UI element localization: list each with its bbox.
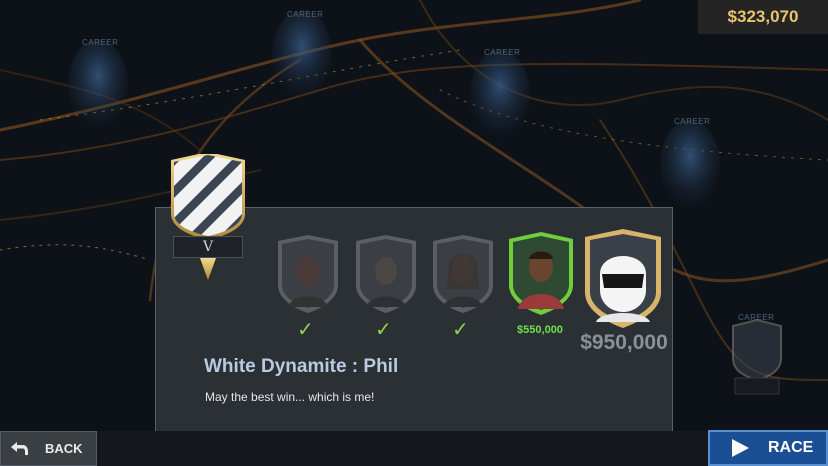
map-label-career: CAREER [82,38,119,47]
opponent-2-portrait[interactable] [352,233,420,315]
rival-quote: May the best win... which is me! [205,390,375,404]
back-arrow-icon [11,441,28,455]
boss-reward: $950,000 [580,331,668,354]
back-button[interactable]: BACK [0,431,97,466]
opponent-3-portrait[interactable] [429,233,497,315]
map-label-career: CAREER [674,117,711,126]
map-label-career: CAREER [484,48,521,57]
opponent-current-portrait[interactable] [506,231,576,317]
tier-numeral: V [173,236,243,258]
opponent-1-portrait[interactable] [274,233,342,315]
defeated-check-icon: ✓ [297,317,314,341]
tier-shield-icon [171,154,245,280]
race-button[interactable]: RACE [708,430,828,466]
stig-boss-portrait[interactable] [582,228,664,330]
balance-display: $323,070 [698,0,828,34]
map-label-career: CAREER [287,10,324,19]
current-opponent-reward: $550,000 [517,324,563,336]
back-button-label: BACK [45,441,83,456]
map-tier-badge[interactable] [727,318,787,398]
race-button-label: RACE [768,439,814,456]
play-icon [732,439,749,457]
rival-name: White Dynamite : Phil [204,356,399,377]
defeated-check-icon: ✓ [452,317,469,341]
bottom-bar [0,431,828,466]
defeated-check-icon: ✓ [375,317,392,341]
